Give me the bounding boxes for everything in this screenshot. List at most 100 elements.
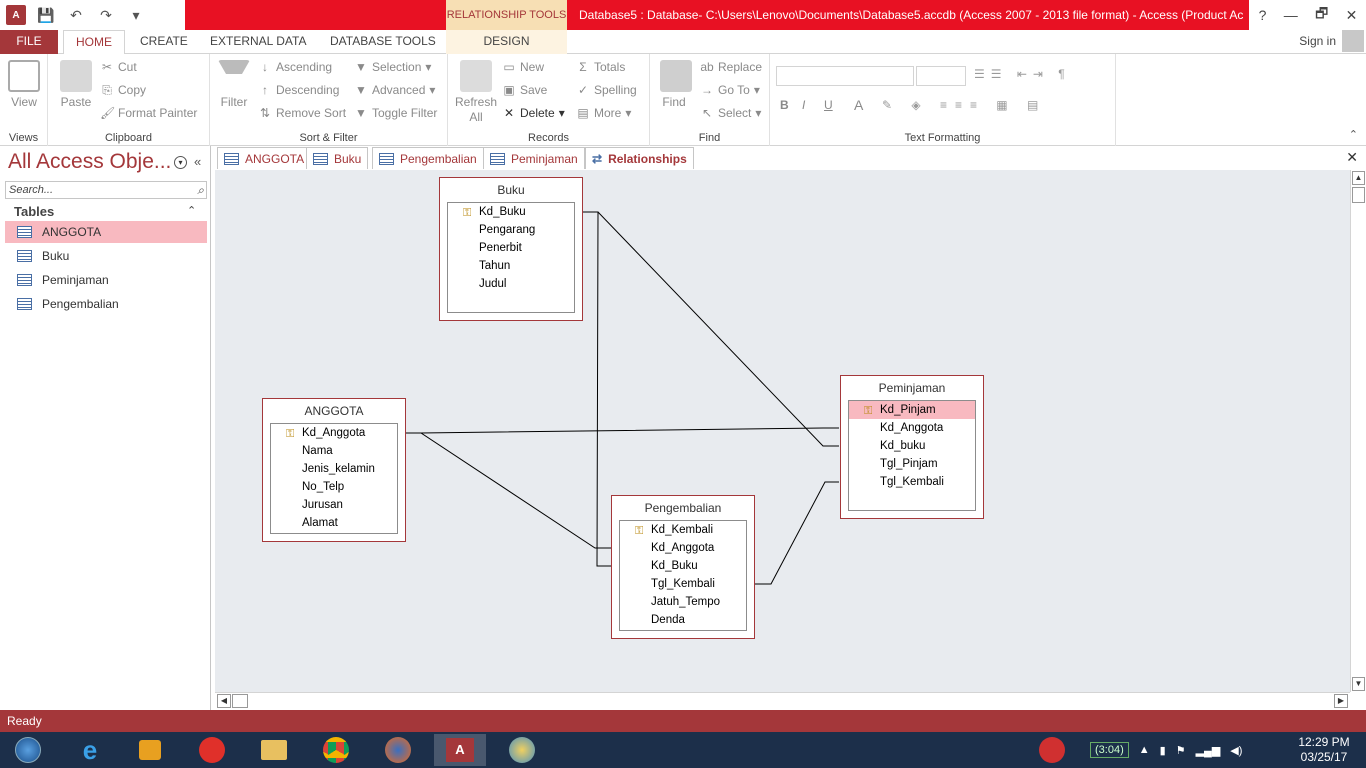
restore-button[interactable]: 🗗 xyxy=(1315,3,1328,27)
tab-database-tools[interactable]: DATABASE TOOLS xyxy=(320,30,446,54)
totals-button[interactable]: Σ Totals xyxy=(576,60,625,74)
field-item[interactable]: ⚿ Kd_Buku xyxy=(448,203,574,221)
paste-button[interactable]: Paste xyxy=(54,95,98,109)
undo-icon[interactable]: ↶ xyxy=(66,5,86,25)
battery-time-badge[interactable]: (3:04) xyxy=(1090,742,1129,758)
field-item[interactable]: ⚿ Kd_Kembali xyxy=(620,521,746,539)
vertical-scroll-thumb[interactable] xyxy=(1352,187,1365,203)
field-item[interactable]: Kd_buku xyxy=(849,437,975,455)
flag-icon[interactable]: ⚑ xyxy=(1176,744,1186,757)
taskbar-chrome[interactable] xyxy=(310,734,362,766)
vertical-scrollbar[interactable]: ▲ ▼ xyxy=(1350,170,1366,692)
shutter-bar-close-icon[interactable]: « xyxy=(194,154,201,169)
table-window-anggota[interactable]: ANGGOTA ⚿ Kd_Anggota Nama Jenis_kelamin N… xyxy=(262,398,406,542)
field-item[interactable]: Jenis_kelamin xyxy=(271,460,397,478)
field-item[interactable]: Penerbit xyxy=(448,239,574,257)
field-item[interactable]: Kd_Buku xyxy=(620,557,746,575)
field-item[interactable]: Tgl_Kembali xyxy=(849,473,975,491)
horizontal-scroll-thumb[interactable] xyxy=(232,694,248,708)
delete-button[interactable]: ✕ Delete ▾ xyxy=(502,106,565,120)
close-button[interactable]: ✕ xyxy=(1346,7,1358,24)
battery-icon[interactable]: ▮ xyxy=(1160,744,1166,757)
tab-home[interactable]: HOME xyxy=(63,30,125,55)
font-size-dropdown[interactable] xyxy=(916,66,966,86)
avatar[interactable] xyxy=(1342,30,1364,52)
taskbar-tray-app[interactable] xyxy=(1026,734,1078,766)
taskbar-firefox[interactable] xyxy=(372,734,424,766)
field-item[interactable]: Tgl_Kembali xyxy=(620,575,746,593)
save-record-button[interactable]: ▣ Save xyxy=(502,83,547,97)
field-item[interactable]: Nama xyxy=(271,442,397,460)
table-window-title[interactable]: Peminjaman xyxy=(841,376,983,400)
taskbar-explorer[interactable] xyxy=(248,734,300,766)
field-item[interactable]: Kd_Anggota xyxy=(620,539,746,557)
underline-button[interactable]: U xyxy=(824,98,833,112)
field-item[interactable]: Kd_Anggota xyxy=(849,419,975,437)
field-item[interactable]: Jatuh_Tempo xyxy=(620,593,746,611)
relationships-canvas[interactable]: Buku ⚿ Kd_Buku Pengarang Penerbit Tahun J… xyxy=(215,170,1350,692)
table-window-title[interactable]: ANGGOTA xyxy=(263,399,405,423)
taskbar-cloud-app[interactable] xyxy=(186,734,238,766)
select-button[interactable]: ↖ Select ▾ xyxy=(700,106,761,120)
highlight-fill-align-icons[interactable]: ✎ ◈ ≡≡≡ ▦ ▤ xyxy=(882,98,1046,112)
field-item[interactable]: Tgl_Pinjam xyxy=(849,455,975,473)
save-icon[interactable]: 💾 xyxy=(36,5,56,25)
doc-tab-relationships[interactable]: ⇄ Relationships xyxy=(585,147,694,169)
descending-button[interactable]: ↑ Descending xyxy=(258,83,339,97)
tab-design[interactable]: DESIGN xyxy=(446,30,567,54)
doc-tab-pengembalian[interactable]: Pengembalian xyxy=(372,147,484,169)
refresh-all-button[interactable]: Refresh All xyxy=(452,95,500,125)
nav-search-input[interactable]: Search... ⌕ xyxy=(5,181,207,199)
remove-sort-button[interactable]: ⇅ Remove Sort xyxy=(258,106,346,120)
show-hidden-icons-icon[interactable]: ▲ xyxy=(1139,744,1150,756)
nav-item-peminjaman[interactable]: Peminjaman xyxy=(5,269,207,291)
field-item[interactable]: Pengarang xyxy=(448,221,574,239)
table-window-pengembalian[interactable]: Pengembalian ⚿ Kd_Kembali Kd_Anggota Kd_B… xyxy=(611,495,755,639)
table-window-title[interactable]: Pengembalian xyxy=(612,496,754,520)
more-button[interactable]: ▤ More ▾ xyxy=(576,106,631,120)
table-window-title[interactable]: Buku xyxy=(440,178,582,202)
copy-button[interactable]: ⎘ Copy xyxy=(100,83,146,97)
font-color-button[interactable]: A xyxy=(854,97,863,113)
field-item[interactable]: No_Telp xyxy=(271,478,397,496)
field-item-selected[interactable]: ⚿ Kd_Pinjam xyxy=(849,401,975,419)
advanced-button[interactable]: ▼ Advanced ▾ xyxy=(354,83,435,97)
taskbar-paint[interactable] xyxy=(496,734,548,766)
cut-button[interactable]: ✂ Cut xyxy=(100,60,137,74)
field-item[interactable]: Alamat xyxy=(271,514,397,532)
selection-button[interactable]: ▼ Selection ▾ xyxy=(354,60,431,74)
font-name-dropdown[interactable] xyxy=(776,66,914,86)
search-icon[interactable]: ⌕ xyxy=(197,183,204,198)
doc-tab-anggota[interactable]: ANGGOTA xyxy=(217,147,312,169)
clock[interactable]: 12:29 PM 03/25/17 xyxy=(1284,735,1364,765)
nav-item-buku[interactable]: Buku xyxy=(5,245,207,267)
nav-section-tables[interactable]: Tables xyxy=(14,204,54,219)
replace-button[interactable]: ab Replace xyxy=(700,60,762,74)
horizontal-scrollbar[interactable]: ◀ ▶ xyxy=(215,692,1350,709)
format-painter-button[interactable]: 🖌 Format Painter xyxy=(100,106,197,120)
network-signal-icon[interactable]: ▂▄▆ xyxy=(1196,744,1221,757)
minimize-button[interactable]: — xyxy=(1284,7,1298,23)
toggle-filter-button[interactable]: ▼ Toggle Filter xyxy=(354,106,437,120)
field-item[interactable]: Jurusan xyxy=(271,496,397,514)
scroll-left-icon[interactable]: ◀ xyxy=(217,694,231,708)
sign-in-link[interactable]: Sign in xyxy=(1299,30,1336,52)
spelling-button[interactable]: ✓ Spelling xyxy=(576,83,637,97)
ascending-button[interactable]: ↓ Ascending xyxy=(258,60,332,74)
tab-external-data[interactable]: EXTERNAL DATA xyxy=(200,30,316,54)
doc-tab-buku[interactable]: Buku xyxy=(306,147,369,169)
table-window-peminjaman[interactable]: Peminjaman ⚿ Kd_Pinjam Kd_Anggota Kd_buku… xyxy=(840,375,984,519)
new-record-button[interactable]: ▭ New xyxy=(502,60,544,74)
goto-button[interactable]: → Go To ▾ xyxy=(700,83,760,97)
field-item[interactable]: ⚿ Kd_Anggota xyxy=(271,424,397,442)
taskbar-access[interactable]: A xyxy=(434,734,486,766)
scroll-down-icon[interactable]: ▼ xyxy=(1352,677,1365,691)
redo-icon[interactable]: ↷ xyxy=(96,5,116,25)
close-document-icon[interactable]: ✕ xyxy=(1346,149,1358,166)
table-window-buku[interactable]: Buku ⚿ Kd_Buku Pengarang Penerbit Tahun J… xyxy=(439,177,583,321)
doc-tab-peminjaman[interactable]: Peminjaman xyxy=(483,147,585,169)
scroll-right-icon[interactable]: ▶ xyxy=(1334,694,1348,708)
collapse-ribbon-icon[interactable]: ⌃ xyxy=(1349,128,1358,141)
nav-item-pengembalian[interactable]: Pengembalian xyxy=(5,293,207,315)
nav-item-anggota[interactable]: ANGGOTA xyxy=(5,221,207,243)
